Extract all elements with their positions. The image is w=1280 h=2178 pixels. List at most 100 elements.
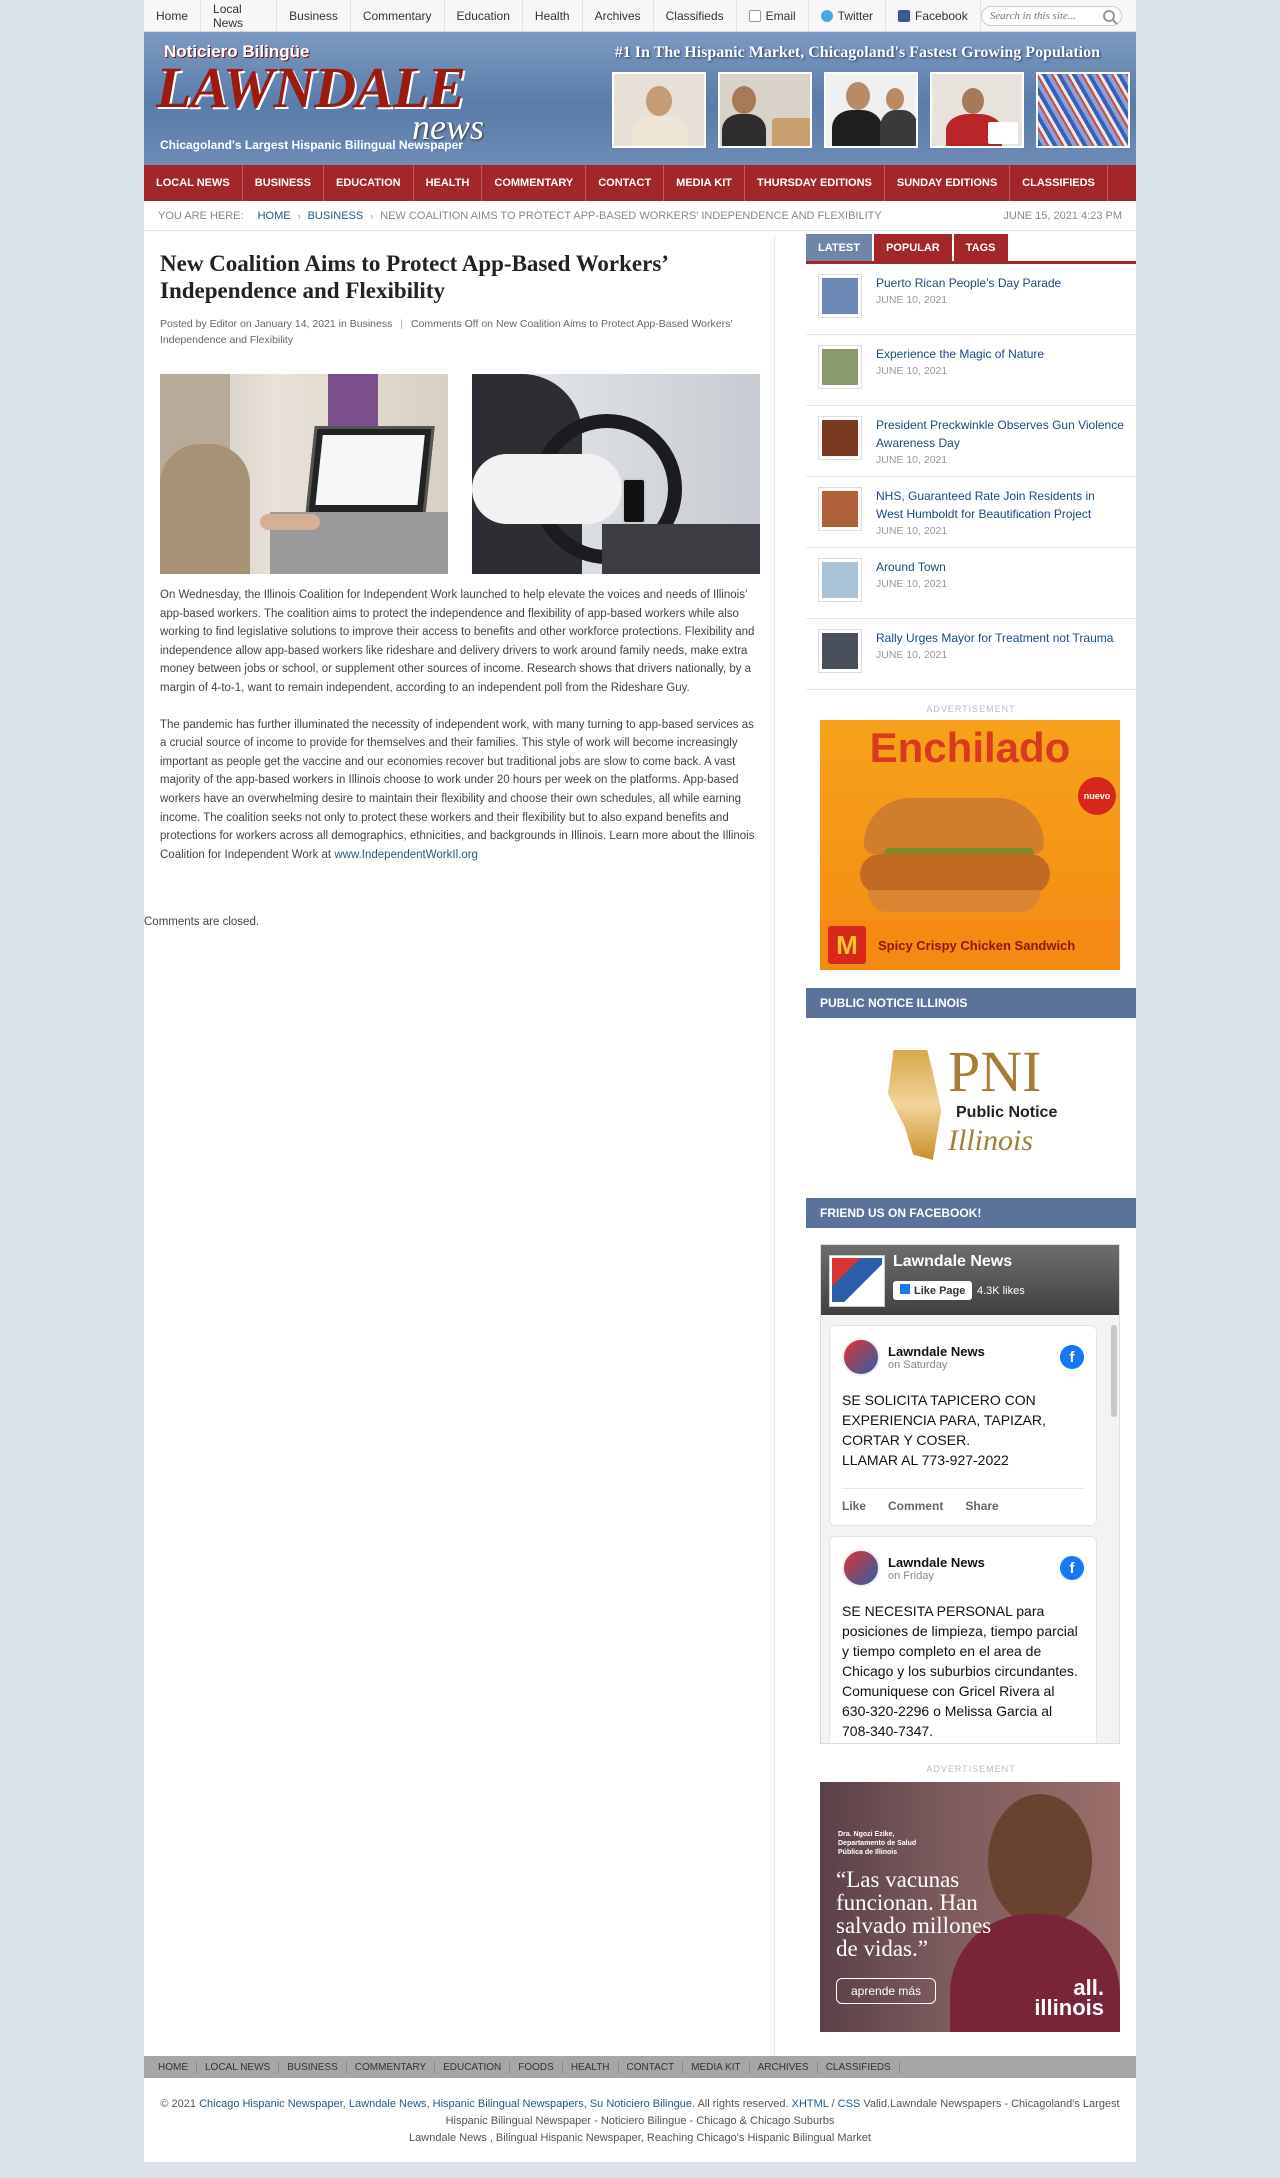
- sidebar-post[interactable]: NHS, Guaranteed Rate Join Residents in W…: [806, 477, 1136, 548]
- footer-nav-item[interactable]: BUSINESS: [279, 2061, 347, 2073]
- page-name[interactable]: Lawndale News: [893, 1253, 1012, 1271]
- learn-more-button[interactable]: aprende más: [836, 1978, 937, 2004]
- css-link[interactable]: CSS: [838, 2098, 861, 2110]
- xhtml-link[interactable]: XHTML: [792, 2098, 829, 2110]
- breadcrumb-section[interactable]: BUSINESS: [308, 210, 364, 222]
- footer-nav-item[interactable]: ARCHIVES: [750, 2061, 818, 2073]
- fb-post-avatar[interactable]: [842, 1338, 880, 1376]
- facebook-label: Facebook: [915, 8, 968, 23]
- fb-action-comment[interactable]: Comment: [888, 1499, 943, 1513]
- topnav-health[interactable]: Health: [523, 0, 583, 31]
- topnav-education[interactable]: Education: [445, 0, 523, 31]
- nav-commentary[interactable]: COMMENTARY: [482, 165, 587, 201]
- post-title[interactable]: Puerto Rican People’s Day Parade: [876, 276, 1061, 290]
- footer-nav-item[interactable]: HOME: [150, 2061, 197, 2073]
- post-title[interactable]: Experience the Magic of Nature: [876, 347, 1044, 361]
- post-title[interactable]: Rally Urges Mayor for Treatment not Trau…: [876, 631, 1113, 645]
- post-title[interactable]: Around Town: [876, 560, 946, 574]
- site-header: Noticiero Bilingüe LAWNDALE news Chicago…: [144, 32, 1136, 165]
- nav-contact[interactable]: CONTACT: [586, 165, 665, 201]
- post-thumbnail[interactable]: [818, 345, 862, 389]
- nav-classifieds[interactable]: CLASSIFIEDS: [1010, 165, 1108, 201]
- twitter-icon: [820, 9, 833, 22]
- fb-post-time[interactable]: on Saturday: [888, 1359, 985, 1371]
- nav-local-news[interactable]: LOCAL NEWS: [144, 165, 243, 201]
- topnav-business[interactable]: Business: [277, 0, 351, 31]
- post-title[interactable]: NHS, Guaranteed Rate Join Residents in W…: [876, 489, 1095, 521]
- facebook-icon[interactable]: f: [1060, 1556, 1084, 1580]
- breadcrumb-home[interactable]: HOME: [258, 210, 291, 222]
- footer-link[interactable]: Chicago Hispanic Newspaper: [199, 2098, 343, 2110]
- fb-action-like[interactable]: Like: [842, 1499, 866, 1513]
- nav-business[interactable]: BUSINESS: [243, 165, 324, 201]
- topnav-twitter[interactable]: Twitter: [809, 0, 886, 31]
- public-notice-illinois-logo[interactable]: PNI Public Notice Illinois: [806, 1018, 1136, 1194]
- footer-nav-item[interactable]: LOCAL NEWS: [197, 2061, 280, 2073]
- nav-education[interactable]: EDUCATION: [324, 165, 414, 201]
- post-title[interactable]: President Preckwinkle Observes Gun Viole…: [876, 418, 1124, 450]
- site-logo[interactable]: Noticiero Bilingüe LAWNDALE news Chicago…: [156, 38, 516, 156]
- category-link[interactable]: Business: [350, 318, 393, 330]
- topnav-commentary[interactable]: Commentary: [351, 0, 445, 31]
- sidebar-post[interactable]: Rally Urges Mayor for Treatment not Trau…: [806, 619, 1136, 690]
- post-thumbnail[interactable]: [818, 558, 862, 602]
- footer-nav-item[interactable]: COMMENTARY: [347, 2061, 436, 2073]
- footer-nav-item[interactable]: HEALTH: [563, 2061, 619, 2073]
- post-thumbnail[interactable]: [818, 416, 862, 460]
- sidebar-post[interactable]: Experience the Magic of Nature JUNE 10, 2…: [806, 335, 1136, 406]
- tab-latest[interactable]: LATEST: [806, 234, 872, 261]
- facebook-icon[interactable]: f: [1060, 1345, 1084, 1369]
- fb-post-time[interactable]: on Friday: [888, 1570, 985, 1582]
- ad-badge: nuevo: [1078, 777, 1116, 815]
- sidebar-post[interactable]: President Preckwinkle Observes Gun Viole…: [806, 406, 1136, 477]
- fb-action-share[interactable]: Share: [965, 1499, 998, 1513]
- nav-thursday-editions[interactable]: THURSDAY EDITIONS: [745, 165, 885, 201]
- sidebar-post[interactable]: Around Town JUNE 10, 2021: [806, 548, 1136, 619]
- search-icon[interactable]: [1103, 9, 1115, 22]
- footer-link[interactable]: Hispanic Bilingual Newspapers: [433, 2098, 584, 2110]
- tab-tags[interactable]: TAGS: [953, 234, 1008, 261]
- post-thumbnail[interactable]: [818, 487, 862, 531]
- nav-sunday-editions[interactable]: SUNDAY EDITIONS: [885, 165, 1011, 201]
- column-divider: [774, 234, 775, 2056]
- topnav-home[interactable]: Home: [144, 0, 202, 31]
- mcdonalds-ad[interactable]: Enchilado nuevo M Spicy Crispy Chicken S…: [820, 720, 1120, 970]
- footer-nav-item[interactable]: CLASSIFIEDS: [818, 2061, 900, 2073]
- footer-nav-item[interactable]: FOODS: [510, 2061, 563, 2073]
- fb-post-avatar[interactable]: [842, 1549, 880, 1587]
- fb-post-text: SE NECESITA PERSONAL para posiciones de …: [842, 1603, 1078, 1739]
- search-input[interactable]: [989, 9, 1103, 22]
- logo-tagline: Chicagoland's Largest Hispanic Bilingual…: [160, 138, 463, 152]
- fb-post-author[interactable]: Lawndale News: [888, 1555, 985, 1570]
- post-text: NHS, Guaranteed Rate Join Residents in W…: [876, 487, 1124, 547]
- thumbnail-image: [822, 562, 858, 598]
- current-date: JUNE 15, 2021 4:23 PM: [1003, 209, 1122, 222]
- fb-post-meta: Lawndale News on Friday: [880, 1555, 985, 1582]
- coalition-link[interactable]: www.IndependentWorkIl.org: [334, 849, 478, 861]
- topnav-local-news[interactable]: Local News: [201, 0, 278, 31]
- pni-abbr: PNI: [948, 1039, 1042, 1104]
- author-link[interactable]: Editor: [210, 318, 237, 330]
- footer-link[interactable]: Lawndale News: [349, 2098, 427, 2110]
- tab-popular[interactable]: POPULAR: [873, 234, 952, 261]
- topnav-email[interactable]: Email: [737, 0, 809, 31]
- vaccine-ad[interactable]: Dra. Ngozi Ezike, Departamento de Salud …: [820, 1782, 1120, 2032]
- footer-nav-item[interactable]: EDUCATION: [435, 2061, 511, 2073]
- post-thumbnail[interactable]: [818, 629, 862, 673]
- sidebar-post[interactable]: Puerto Rican People’s Day Parade JUNE 10,…: [806, 264, 1136, 335]
- topnav-archives[interactable]: Archives: [583, 0, 654, 31]
- fb-post-author[interactable]: Lawndale News: [888, 1344, 985, 1359]
- footer-nav-item[interactable]: CONTACT: [619, 2061, 684, 2073]
- facebook-icon: [898, 9, 910, 22]
- nav-media-kit[interactable]: MEDIA KIT: [664, 165, 745, 201]
- like-page-button[interactable]: Like Page: [893, 1281, 973, 1300]
- topnav-facebook[interactable]: Facebook: [886, 0, 981, 31]
- post-thumbnail[interactable]: [818, 274, 862, 318]
- footer-nav-item[interactable]: MEDIA KIT: [683, 2061, 750, 2073]
- nav-health[interactable]: HEALTH: [414, 165, 483, 201]
- page-avatar[interactable]: [829, 1255, 885, 1307]
- topnav-classifieds[interactable]: Classifieds: [654, 0, 737, 31]
- mcdonalds-logo-icon: M: [828, 926, 866, 964]
- footer-link[interactable]: Su Noticiero Bilingue: [590, 2098, 692, 2110]
- facebook-scrollbar[interactable]: [1111, 1325, 1117, 1417]
